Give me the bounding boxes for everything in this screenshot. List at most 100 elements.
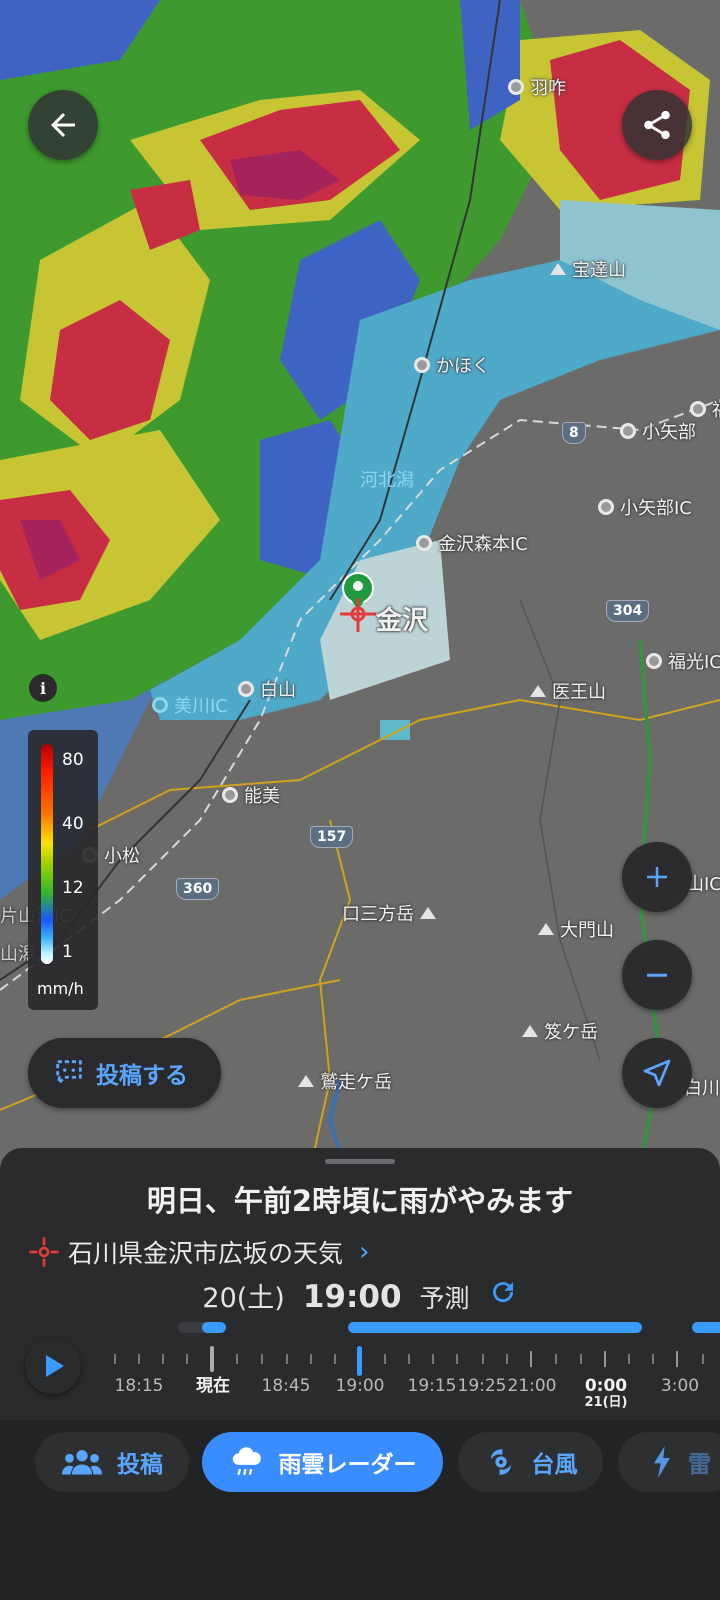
legend-unit: mm/h [37,979,84,998]
post-button[interactable]: 投稿する [28,1038,221,1108]
place-nomi: 能美 [222,782,280,808]
place-label: 鷲走ケ岳 [320,1072,392,1093]
timeline-tick [162,1354,164,1364]
place-hakusan: 白山 [238,676,296,702]
place-label: 福 [712,396,720,422]
place-label: 羽咋 [530,78,566,99]
bottom-tab-bar: 投稿 雨雲レーダー 台風 雷 [0,1420,720,1600]
crosshair-icon [29,1237,59,1267]
place-label: 医王山 [552,682,606,703]
place-label: 宝達山 [572,260,626,281]
share-icon [644,110,670,140]
timeline-tick [186,1354,188,1364]
tab-rain-radar-label: 雨雲レーダー [278,1452,417,1478]
sheet-drag-handle[interactable] [325,1159,395,1164]
timeline-tick [310,1354,312,1364]
place-label: 金沢森本IC [438,534,528,555]
timeline-tick [114,1354,116,1364]
legend-color-bar [41,744,53,964]
place-label: 福光IC [668,652,720,673]
place-label: 美川IC [174,696,228,717]
refresh-icon[interactable] [488,1277,518,1307]
tab-post[interactable]: 投稿 [35,1432,189,1492]
place-kanazawa-morimoto-ic: 金沢森本IC [416,530,528,556]
zoom-out-button[interactable] [622,940,692,1010]
location-link[interactable]: 石川県金沢市広坂の天気 › [28,1234,369,1270]
arrow-left-icon [51,113,75,137]
info-icon[interactable]: i [29,674,57,702]
time-label: 19:00 [302,1279,402,1315]
place-kuchisanpo: 口三方岳 [342,900,436,926]
timeline-tick [628,1354,630,1364]
current-location-button[interactable] [622,1038,692,1108]
timeline-tick [702,1354,704,1364]
place-label: 口三方岳 [342,904,414,925]
timeline-cursor[interactable] [357,1346,362,1376]
timeline-tick [676,1351,678,1367]
timeline-rain-segment [202,1322,226,1333]
place-label: 大門山 [560,920,614,941]
legend-tick: 80 [62,750,84,770]
place-fukumitsu-ic: 福光IC [646,648,720,674]
timeline-rain-segment [692,1322,720,1333]
place-label: 白山 [260,680,296,701]
place-mikawa-ic: 美川IC [152,692,228,718]
time-slider[interactable]: 18:15 現在 18:45 19:00 19:15 19:25 21:00 0… [0,1318,720,1420]
road-shield-304: 304 [606,600,650,622]
timeline-tick [482,1354,484,1364]
place-oyabe: 小矢部 [620,418,696,444]
tab-thunder[interactable]: 雷 [618,1432,720,1492]
timeline-tick [652,1354,654,1364]
timeline-tick [530,1351,532,1367]
place-sagisotake: 鷲走ケ岳 [298,1068,392,1094]
timeline-tick [236,1354,238,1364]
place-label: 小矢部IC [620,498,692,519]
timeline-tick [334,1354,336,1364]
place-label: 金沢 [376,606,429,636]
navigation-arrow-icon [643,1059,671,1087]
legend-tick: 12 [62,878,84,898]
timeline-tick [555,1354,557,1364]
location-label: 石川県金沢市広坂の天気 [68,1239,344,1268]
lightning-icon [654,1446,670,1478]
road-shield-360: 360 [176,878,220,900]
timeline-label-midnight: 0:00 21(日) [585,1377,628,1409]
rain-cloud-icon [232,1447,261,1476]
minus-icon [647,973,667,977]
place-label: 小松 [104,846,140,867]
place-label: 笈ケ岳 [544,1022,598,1043]
timeline-tick [286,1354,288,1364]
timeline-tick [506,1354,508,1364]
zoom-in-button[interactable] [622,842,692,912]
timeline-label: 18:45 [261,1376,311,1396]
tab-typhoon[interactable]: 台風 [458,1432,603,1492]
play-button[interactable] [25,1338,81,1394]
radar-map-graphics [0,0,720,1170]
legend-tick: 1 [62,942,73,962]
place-oyabe-ic: 小矢部IC [598,494,692,520]
radar-map[interactable]: 羽咋 宝達山 かほく 小矢部 福 小矢部IC 河北潟 金沢森本IC 金沢 福光I… [0,0,720,1170]
timeline-label: 19:15 [407,1376,457,1396]
timeline-label: 3:00 [660,1376,700,1396]
play-icon [46,1355,64,1377]
share-button[interactable] [622,90,692,160]
rain-stop-headline: 明日、午前2時頃に雨がやみます [146,1184,574,1218]
road-shield-157: 157 [310,826,354,848]
tab-post-label: 投稿 [117,1452,163,1478]
typhoon-icon [490,1449,511,1475]
tab-typhoon-label: 台風 [531,1452,578,1478]
precipitation-legend: 80 40 12 1 mm/h [28,730,98,1010]
back-button[interactable] [28,90,98,160]
timeline-tick [456,1354,458,1364]
forecast-label: 予測 [419,1284,470,1313]
people-icon [62,1450,102,1475]
place-edge-right: 福 [690,396,720,422]
place-okatagatake: 笈ケ岳 [522,1018,598,1044]
road-shield-8: 8 [562,422,586,444]
timeline-tick [408,1354,410,1364]
tab-rain-radar[interactable]: 雨雲レーダー [202,1432,443,1492]
place-iozen: 医王山 [530,678,606,704]
post-bubble-icon [56,1060,82,1087]
timeline-tick [432,1354,434,1364]
timeline-tick [138,1354,140,1364]
